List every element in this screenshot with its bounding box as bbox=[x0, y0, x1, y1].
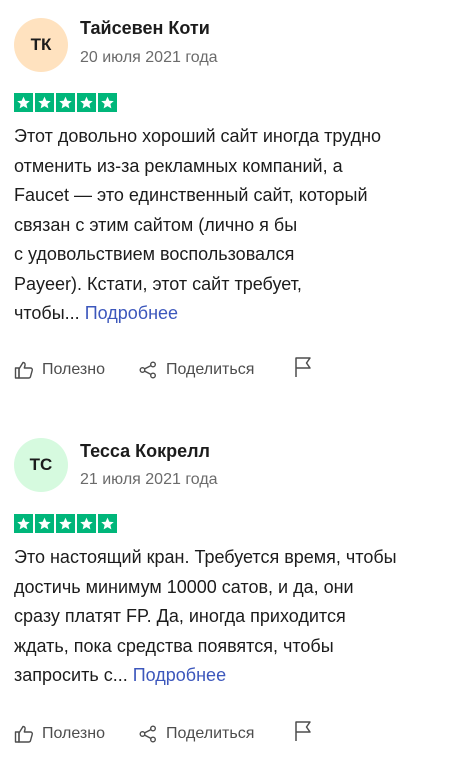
star-icon bbox=[56, 93, 75, 112]
share-button[interactable]: Поделиться bbox=[138, 724, 293, 744]
star-icon bbox=[98, 93, 117, 112]
review-actions: Полезно Поделиться bbox=[14, 356, 313, 383]
review-text-line: Это настоящий кран. Требуется время, что… bbox=[14, 547, 397, 567]
star-icon bbox=[98, 514, 117, 533]
useful-label: Полезно bbox=[42, 724, 105, 742]
avatar[interactable]: ТС bbox=[14, 438, 68, 492]
review-text-line: связан с этим сайтом (лично я бы bbox=[14, 214, 298, 235]
useful-button[interactable]: Полезно bbox=[14, 360, 138, 380]
review-text-line: достичь минимум 10000 сатов, и да, они bbox=[14, 576, 354, 597]
share-button[interactable]: Поделиться bbox=[138, 360, 293, 380]
star-icon bbox=[35, 514, 54, 533]
review-text-line: с удовольствием воспользовался bbox=[14, 244, 295, 264]
review-date: 20 июля 2021 года bbox=[80, 49, 218, 66]
read-more-link[interactable]: Подробнее bbox=[85, 303, 178, 323]
report-button[interactable] bbox=[293, 356, 313, 383]
review-text-line: Faucet — это единственный сайт, который bbox=[14, 185, 368, 205]
review-text-line: Payeer). Кстати, этот сайт требует, bbox=[14, 273, 302, 294]
flag-icon bbox=[295, 721, 311, 741]
star-rating bbox=[14, 93, 117, 112]
avatar[interactable]: ТК bbox=[14, 18, 68, 72]
share-icon bbox=[139, 725, 156, 742]
review-text-line: ждать, пока средства появятся, чтобы bbox=[14, 635, 334, 656]
review-actions: Полезно Поделиться bbox=[14, 720, 313, 747]
review-text-line: запросить с... Подробнее bbox=[14, 661, 446, 691]
flag-icon bbox=[295, 357, 311, 377]
share-label: Поделиться bbox=[166, 724, 255, 742]
read-more-link[interactable]: Подробнее bbox=[133, 665, 226, 685]
star-icon bbox=[77, 514, 96, 533]
review-text: Это настоящий кран. Требуется время, что… bbox=[14, 543, 446, 691]
reviewer-name[interactable]: Тайсевен Коти bbox=[80, 18, 210, 39]
star-icon bbox=[35, 93, 54, 112]
star-icon bbox=[77, 93, 96, 112]
share-label: Поделиться bbox=[166, 360, 255, 378]
thumbs-up-icon bbox=[14, 725, 33, 743]
review-text: Этот довольно хороший сайт иногда трудно… bbox=[14, 122, 446, 329]
star-icon bbox=[14, 93, 33, 112]
reviewer-name[interactable]: Тесса Кокрелл bbox=[80, 441, 210, 462]
review-text-line: Этот довольно хороший сайт иногда трудно bbox=[14, 126, 382, 146]
star-rating bbox=[14, 514, 117, 533]
review-date: 21 июля 2021 года bbox=[80, 471, 218, 488]
useful-button[interactable]: Полезно bbox=[14, 724, 138, 744]
star-icon bbox=[14, 514, 33, 533]
report-button[interactable] bbox=[293, 720, 313, 747]
share-icon bbox=[139, 361, 156, 378]
review-text-line: отменить из-за рекламных компаний, а bbox=[14, 155, 343, 176]
useful-label: Полезно bbox=[42, 360, 105, 378]
thumbs-up-icon bbox=[14, 361, 33, 379]
review-text-tail: чтобы... bbox=[14, 303, 80, 323]
review-text-line: сразу платят FP. Да, иногда приходится bbox=[14, 606, 346, 626]
star-icon bbox=[56, 514, 75, 533]
review-text-line: чтобы... Подробнее bbox=[14, 299, 446, 329]
review-text-tail: запросить с... bbox=[14, 665, 128, 685]
